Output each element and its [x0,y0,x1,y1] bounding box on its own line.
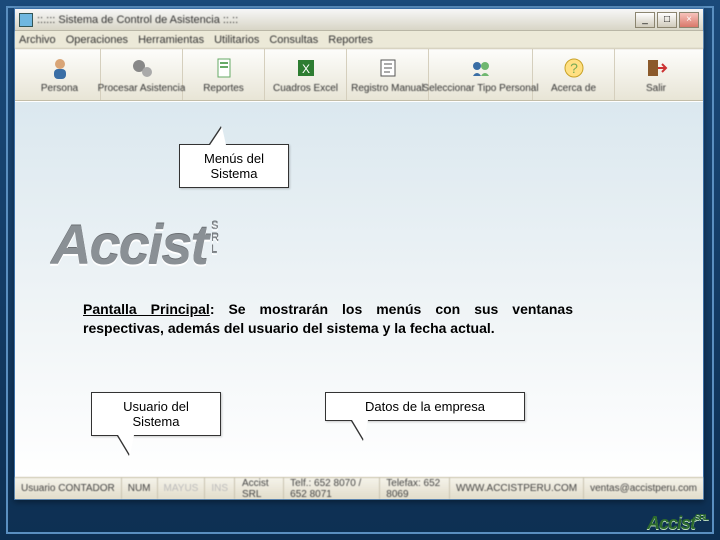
description-block: Pantalla Principal: Se mostrarán los men… [83,300,573,338]
manual-icon [375,55,401,81]
menubar: Archivo Operaciones Herramientas Utilita… [15,31,703,49]
tb-manual[interactable]: Registro Manual [347,49,429,100]
titlebar: ::.::: Sistema de Control de Asistencia … [15,9,703,31]
menu-herramientas[interactable]: Herramientas [138,34,204,46]
status-mayus: MAYUS [158,478,206,499]
callout-menus: Menús del Sistema [179,144,289,188]
menu-reportes[interactable]: Reportes [328,34,373,46]
tb-salir[interactable]: Salir [615,49,697,100]
select-personnel-icon [468,55,494,81]
status-fax: Telefax: 652 8069 [380,478,450,499]
callout-text: Usuario del Sistema [123,399,189,429]
menu-operaciones[interactable]: Operaciones [66,34,128,46]
tb-tipo-personal[interactable]: Seleccionar Tipo Personal [429,49,533,100]
status-email: ventas@accistperu.com [584,478,703,499]
app-window: ::.::: Sistema de Control de Asistencia … [14,8,704,500]
tb-excel[interactable]: X Cuadros Excel [265,49,347,100]
gears-icon [129,55,155,81]
statusbar: Usuario CONTADOR NUM MAYUS INS Accist SR… [15,477,703,499]
about-icon: ? [561,55,587,81]
status-num: NUM [122,478,158,499]
tb-label: Cuadros Excel [273,83,338,94]
menu-consultas[interactable]: Consultas [269,34,318,46]
maximize-button[interactable]: □ [657,12,677,28]
tb-label: Persona [41,83,78,94]
svg-text:?: ? [570,60,578,76]
callout-company: Datos de la empresa [325,392,525,421]
tb-label: Reportes [203,83,244,94]
tb-label: Salir [646,83,666,94]
menu-utilitarios[interactable]: Utilitarios [214,34,259,46]
slide-logo: AccistSRL [647,513,708,534]
status-company: Accist SRL [236,478,284,499]
callout-text: Menús del Sistema [204,151,264,181]
tb-acerca[interactable]: ? Acerca de [533,49,615,100]
callout-user: Usuario del Sistema [91,392,221,436]
person-icon [47,55,73,81]
tb-reportes[interactable]: Reportes [183,49,265,100]
callout-tail-icon [210,127,226,145]
tb-procesar[interactable]: Procesar Asistencia [101,49,183,100]
close-button[interactable]: × [679,12,699,28]
status-ins: INS [205,478,235,499]
minimize-button[interactable]: _ [635,12,655,28]
svg-text:X: X [301,62,309,76]
brand-name: Accist [51,213,207,276]
app-icon [19,13,33,27]
callout-text: Datos de la empresa [365,399,485,414]
excel-icon: X [293,55,319,81]
menu-archivo[interactable]: Archivo [19,34,56,46]
brand-watermark: Accist SRL [51,212,217,277]
description-title: Pantalla Principal [83,301,210,317]
window-title: ::.::: Sistema de Control de Asistencia … [37,14,635,26]
tb-label: Seleccionar Tipo Personal [422,83,538,94]
status-phone: Telf.: 652 8070 / 652 8071 [284,478,380,499]
exit-icon [643,55,669,81]
tb-persona[interactable]: Persona [19,49,101,100]
window-buttons: _ □ × [635,12,699,28]
tb-label: Acerca de [551,83,596,94]
tb-label: Procesar Asistencia [98,83,186,94]
brand-suffix: SRL [211,220,217,256]
toolbar: Persona Procesar Asistencia Reportes X C… [15,49,703,101]
report-icon [211,55,237,81]
status-user: Usuario CONTADOR [15,478,122,499]
workspace: Accist SRL Menús del Sistema Pantalla Pri… [15,101,703,477]
status-web: WWW.ACCISTPERU.COM [450,478,584,499]
callout-tail-icon [352,420,368,440]
tb-label: Registro Manual [351,83,424,94]
callout-tail-icon [118,435,134,455]
